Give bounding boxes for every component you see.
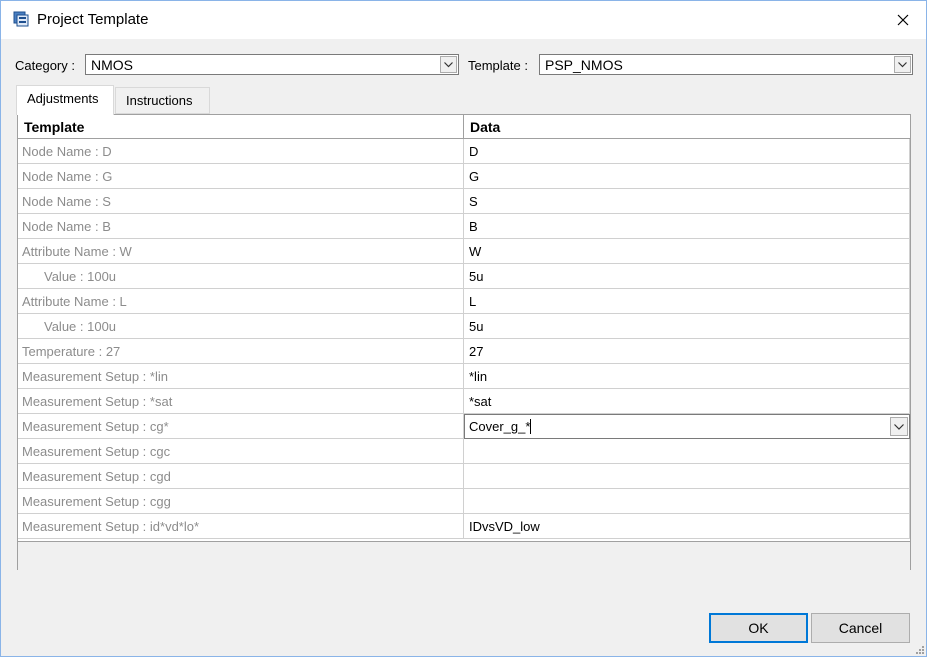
- data-cell[interactable]: L: [464, 289, 910, 314]
- text-caret: [530, 419, 532, 434]
- data-cell-text: Cover_g_*: [469, 419, 531, 434]
- data-cell-value: Cover_g_*: [469, 419, 532, 434]
- template-cell: Measurement Setup : cgc: [18, 439, 464, 464]
- template-cell: Value : 100u: [18, 314, 464, 339]
- title-bar: Project Template: [1, 1, 926, 39]
- chevron-down-icon[interactable]: [440, 56, 457, 73]
- table-row[interactable]: Node Name : BB: [18, 214, 910, 239]
- template-cell: Attribute Name : W: [18, 239, 464, 264]
- data-cell[interactable]: 27: [464, 339, 910, 364]
- template-cell: Measurement Setup : *sat: [18, 389, 464, 414]
- cancel-button[interactable]: Cancel: [811, 613, 910, 643]
- template-cell: Node Name : D: [18, 139, 464, 164]
- data-cell[interactable]: G: [464, 164, 910, 189]
- template-cell: Value : 100u: [18, 264, 464, 289]
- table-row[interactable]: Node Name : GG: [18, 164, 910, 189]
- column-header-template[interactable]: Template: [18, 115, 464, 139]
- table-row[interactable]: Measurement Setup : cgd: [18, 464, 910, 489]
- template-select[interactable]: PSP_NMOS: [539, 54, 913, 75]
- resize-grip-icon[interactable]: [914, 644, 924, 654]
- window-title: Project Template: [37, 11, 149, 28]
- grid-empty-area: [18, 541, 910, 570]
- template-cell: Measurement Setup : cgd: [18, 464, 464, 489]
- chevron-down-icon[interactable]: [890, 417, 908, 436]
- data-cell[interactable]: *lin: [464, 364, 910, 389]
- data-cell[interactable]: [464, 489, 910, 514]
- template-cell: Temperature : 27: [18, 339, 464, 364]
- data-cell[interactable]: [464, 464, 910, 489]
- table-row[interactable]: Attribute Name : WW: [18, 239, 910, 264]
- template-cell: Node Name : G: [18, 164, 464, 189]
- template-cell: Measurement Setup : cg*: [18, 414, 464, 439]
- data-cell-editor[interactable]: Cover_g_*: [464, 414, 910, 439]
- data-cell[interactable]: D: [464, 139, 910, 164]
- template-value: PSP_NMOS: [545, 57, 623, 73]
- close-button[interactable]: [880, 1, 926, 39]
- table-row[interactable]: Value : 100u 5u: [18, 264, 910, 289]
- template-cell: Node Name : S: [18, 189, 464, 214]
- column-header-data[interactable]: Data: [464, 115, 910, 139]
- data-cell[interactable]: S: [464, 189, 910, 214]
- template-cell: Measurement Setup : cgg: [18, 489, 464, 514]
- tab-adjustments[interactable]: Adjustments: [16, 85, 114, 115]
- chevron-down-icon[interactable]: [894, 56, 911, 73]
- template-cell: Measurement Setup : *lin: [18, 364, 464, 389]
- table-row[interactable]: Measurement Setup : id*vd*lo* IDvsVD_low: [18, 514, 910, 539]
- project-template-dialog: Project Template Category : NMOS Templat…: [0, 0, 927, 657]
- table-row[interactable]: Measurement Setup : *lin *lin: [18, 364, 910, 389]
- template-cell: Node Name : B: [18, 214, 464, 239]
- data-cell[interactable]: W: [464, 239, 910, 264]
- table-row[interactable]: Measurement Setup : cgc: [18, 439, 910, 464]
- category-select[interactable]: NMOS: [85, 54, 459, 75]
- data-cell[interactable]: B: [464, 214, 910, 239]
- table-row[interactable]: Measurement Setup : *sat *sat: [18, 389, 910, 414]
- table-row[interactable]: Attribute Name : LL: [18, 289, 910, 314]
- table-row[interactable]: Value : 100u 5u: [18, 314, 910, 339]
- data-cell[interactable]: IDvsVD_low: [464, 514, 910, 539]
- close-icon: [897, 14, 909, 26]
- template-cell: Attribute Name : L: [18, 289, 464, 314]
- table-row[interactable]: Node Name : SS: [18, 189, 910, 214]
- data-cell[interactable]: 5u: [464, 264, 910, 289]
- project-template-icon: [13, 11, 29, 27]
- data-cell[interactable]: 5u: [464, 314, 910, 339]
- tab-instructions[interactable]: Instructions: [115, 87, 210, 114]
- category-label: Category :: [15, 58, 75, 73]
- template-grid: Template Data Node Name : D D Node Name : …: [18, 115, 910, 541]
- data-cell[interactable]: [464, 439, 910, 464]
- category-value: NMOS: [91, 57, 133, 73]
- table-row[interactable]: Node Name : DD: [18, 139, 910, 164]
- data-cell[interactable]: *sat: [464, 389, 910, 414]
- table-row[interactable]: Measurement Setup : cgg: [18, 489, 910, 514]
- table-row[interactable]: Temperature : 27 27: [18, 339, 910, 364]
- ok-button[interactable]: OK: [709, 613, 808, 643]
- template-label: Template :: [468, 58, 528, 73]
- template-cell: Measurement Setup : id*vd*lo*: [18, 514, 464, 539]
- table-row[interactable]: Measurement Setup : cg* Cover_g_*: [18, 414, 910, 439]
